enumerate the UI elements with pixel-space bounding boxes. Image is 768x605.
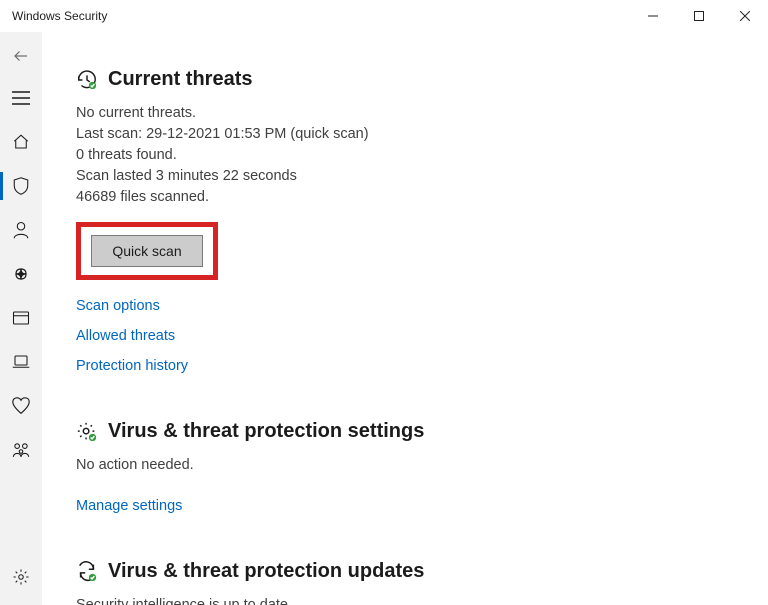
back-button[interactable]: [0, 36, 42, 76]
nav-firewall[interactable]: [0, 252, 42, 296]
protection-settings-heading: Virus & threat protection settings: [108, 420, 424, 443]
current-threats-section: Current threats No current threats. Last…: [76, 68, 728, 374]
protection-updates-section: Virus & threat protection updates Securi…: [76, 560, 728, 605]
main-content: Current threats No current threats. Last…: [42, 32, 768, 605]
threats-found-text: 0 threats found.: [76, 145, 728, 166]
nav-family[interactable]: [0, 428, 42, 472]
nav-settings[interactable]: [0, 555, 42, 599]
scan-duration-text: Scan lasted 3 minutes 22 seconds: [76, 166, 728, 187]
allowed-threats-link[interactable]: Allowed threats: [76, 328, 728, 344]
last-scan-text: Last scan: 29-12-2021 01:53 PM (quick sc…: [76, 124, 728, 145]
history-check-icon: [76, 69, 98, 91]
protection-settings-section: Virus & threat protection settings No ac…: [76, 420, 728, 514]
no-threats-text: No current threats.: [76, 103, 728, 124]
protection-updates-heading: Virus & threat protection updates: [108, 560, 424, 583]
refresh-check-icon: [76, 561, 98, 583]
nav-device-performance[interactable]: [0, 384, 42, 428]
nav-home[interactable]: [0, 120, 42, 164]
manage-settings-link[interactable]: Manage settings: [76, 498, 728, 514]
window-title: Windows Security: [12, 9, 107, 23]
quick-scan-button[interactable]: Quick scan: [91, 235, 203, 267]
files-scanned-text: 46689 files scanned.: [76, 187, 728, 208]
settings-status-text: No action needed.: [76, 455, 728, 476]
close-button[interactable]: [722, 0, 768, 32]
protection-history-link[interactable]: Protection history: [76, 358, 728, 374]
maximize-button[interactable]: [676, 0, 722, 32]
gear-check-icon: [76, 421, 98, 443]
minimize-button[interactable]: [630, 0, 676, 32]
nav-account[interactable]: [0, 208, 42, 252]
updates-status-text: Security intelligence is up to date.: [76, 595, 728, 605]
menu-button[interactable]: [0, 76, 42, 120]
quick-scan-highlight: Quick scan: [76, 222, 218, 280]
nav-device-security[interactable]: [0, 340, 42, 384]
current-threats-heading: Current threats: [108, 68, 252, 91]
scan-options-link[interactable]: Scan options: [76, 298, 728, 314]
nav-virus-threat[interactable]: [0, 164, 42, 208]
nav-app-browser[interactable]: [0, 296, 42, 340]
nav-rail: [0, 32, 42, 605]
